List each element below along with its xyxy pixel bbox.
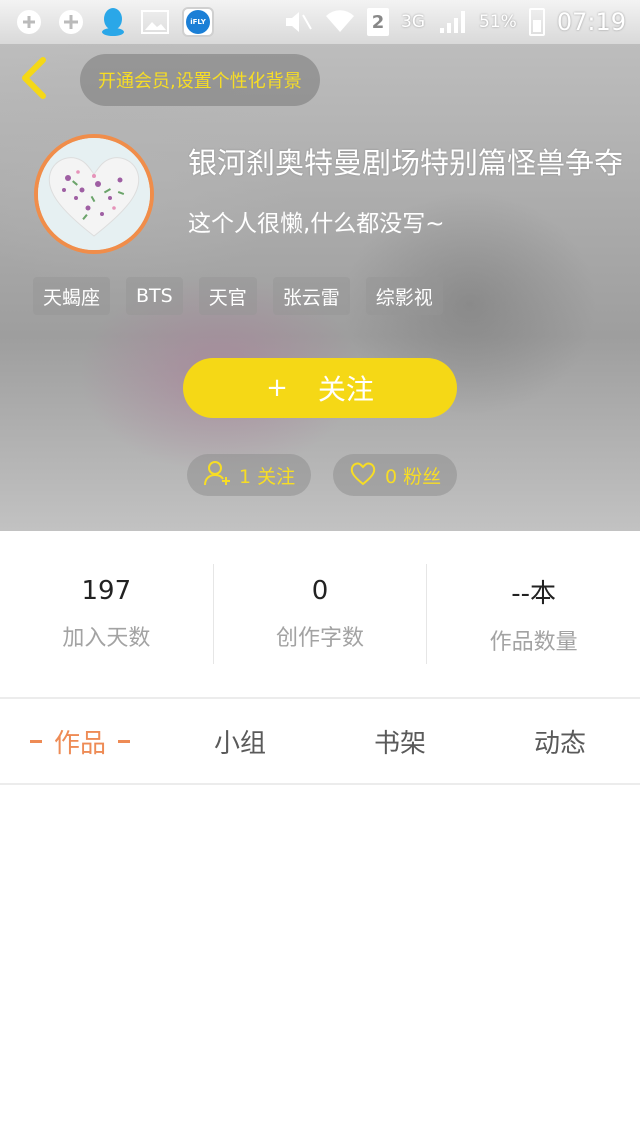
divider [0, 783, 640, 785]
chevron-left-icon [19, 56, 49, 104]
stat-label: 创作字数 [276, 626, 365, 651]
tag-item[interactable]: 综影视 [365, 277, 443, 315]
tab-indicator-right [118, 739, 130, 743]
tab-label: 动态 [533, 728, 586, 759]
profile-header: 开通会员,设置个性化背景 银河刹奥特曼剧场特别篇怪兽争夺 这个人很懒,什么都没写… [0, 44, 640, 531]
stats-row: 197 加入天数 0 创作字数 --本 作品数量 [0, 531, 640, 697]
qq-icon [98, 7, 128, 37]
stat-works-count: --本 作品数量 [426, 564, 640, 664]
wifi-icon [325, 7, 355, 37]
tab-works[interactable]: 作品 [0, 699, 160, 783]
tab-bar: 作品 小组 书架 动态 [0, 699, 640, 783]
follow-button[interactable]: + 关注 [183, 358, 457, 418]
sim-slot: 2 [367, 8, 390, 36]
tag-item[interactable]: 张云雷 [272, 277, 350, 315]
fans-count: 0 粉丝 [385, 465, 442, 488]
status-bar-left: iFLY [14, 7, 214, 37]
fans-count-button[interactable]: 0 粉丝 [333, 454, 458, 496]
ifly-app-icon: iFLY [182, 7, 214, 37]
vip-background-promo[interactable]: 开通会员,设置个性化背景 [80, 54, 320, 106]
username: 银河刹奥特曼剧场特别篇怪兽争夺 [188, 146, 624, 180]
heart-icon [349, 460, 377, 491]
tab-activity[interactable]: 动态 [480, 699, 640, 783]
tag-item[interactable]: BTS [126, 277, 183, 315]
user-add-icon [203, 459, 231, 492]
mute-icon [283, 7, 313, 37]
image-icon [140, 7, 170, 37]
back-button[interactable] [14, 56, 54, 104]
tab-label: 书架 [373, 728, 426, 759]
tab-label: 小组 [213, 728, 266, 759]
following-count: 1 关注 [239, 465, 296, 488]
stat-label: 作品数量 [489, 629, 578, 655]
avatar[interactable] [34, 134, 154, 254]
tag-item[interactable]: 天蝎座 [33, 277, 111, 315]
usb-icon [14, 7, 44, 37]
stat-label: 加入天数 [62, 626, 151, 651]
follow-label: 关注 [317, 373, 374, 406]
tab-indicator-left [29, 739, 42, 743]
add-circle-icon [56, 7, 86, 37]
tab-label: 作品 [53, 728, 106, 759]
plus-icon: + [266, 373, 288, 403]
tag-list: 天蝎座 BTS 天官 张云雷 综影视 [33, 277, 443, 315]
tab-groups[interactable]: 小组 [160, 699, 320, 783]
stat-value: --本 [511, 578, 557, 609]
ifly-label: iFLY [186, 10, 210, 34]
avatar-heart-image [38, 138, 150, 250]
battery-icon [528, 8, 545, 36]
tag-item[interactable]: 天官 [198, 277, 257, 315]
stat-value: 0 [311, 576, 329, 606]
status-bar-right: 2 3G 51% 07:19 [283, 7, 626, 37]
status-bar: iFLY 2 3G 51% 07:19 [0, 0, 640, 44]
stat-join-days: 197 加入天数 [0, 564, 213, 664]
following-count-button[interactable]: 1 关注 [187, 454, 312, 496]
signal-icon [437, 7, 467, 37]
battery-percent: 51% [479, 12, 517, 32]
stat-value: 197 [81, 576, 132, 606]
bio: 这个人很懒,什么都没写~ [188, 211, 445, 237]
tab-bookshelf[interactable]: 书架 [320, 699, 480, 783]
clock: 07:19 [556, 8, 626, 36]
stat-word-count: 0 创作字数 [212, 564, 427, 664]
network-type: 3G [401, 12, 426, 32]
